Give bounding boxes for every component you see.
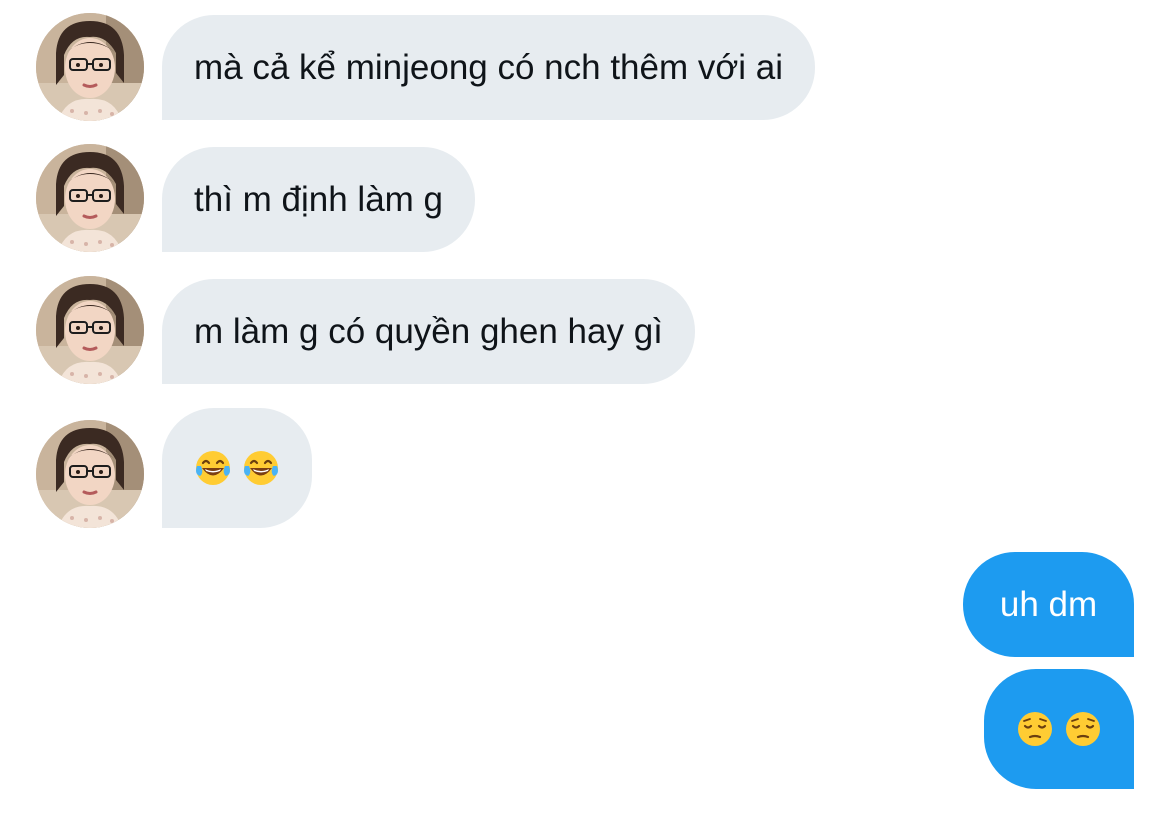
outgoing-message-bubble[interactable] xyxy=(984,669,1134,789)
sender-avatar[interactable] xyxy=(36,276,144,384)
avatar-image xyxy=(36,420,144,528)
incoming-message-bubble[interactable] xyxy=(162,408,312,528)
emoji-message xyxy=(194,449,280,487)
pensive-face-icon xyxy=(1064,710,1102,748)
sender-avatar[interactable] xyxy=(36,420,144,528)
incoming-message-bubble[interactable]: thì m định làm g xyxy=(162,147,475,252)
message-row xyxy=(0,408,1170,528)
face-with-tears-of-joy-icon xyxy=(242,449,280,487)
incoming-message-bubble[interactable]: m làm g có quyền ghen hay gì xyxy=(162,279,695,384)
emoji-message xyxy=(1016,710,1102,748)
avatar-image xyxy=(36,144,144,252)
message-row: m làm g có quyền ghen hay gì xyxy=(0,276,1170,384)
message-text: uh dm xyxy=(999,585,1098,624)
message-row: uh dm xyxy=(0,552,1170,657)
message-text: m làm g có quyền ghen hay gì xyxy=(194,312,663,351)
outgoing-message-bubble[interactable]: uh dm xyxy=(963,552,1134,657)
avatar-image xyxy=(36,276,144,384)
sender-avatar[interactable] xyxy=(36,13,144,121)
incoming-message-bubble[interactable]: mà cả kể minjeong có nch thêm với ai xyxy=(162,15,816,120)
message-row xyxy=(0,669,1170,789)
face-with-tears-of-joy-icon xyxy=(194,449,232,487)
avatar-image xyxy=(36,13,144,121)
sender-avatar[interactable] xyxy=(36,144,144,252)
message-text: thì m định làm g xyxy=(194,180,443,219)
pensive-face-icon xyxy=(1016,710,1054,748)
message-row: mà cả kể minjeong có nch thêm với ai xyxy=(0,13,1170,121)
message-row: thì m định làm g xyxy=(0,144,1170,252)
message-text: mà cả kể minjeong có nch thêm với ai xyxy=(194,48,784,87)
